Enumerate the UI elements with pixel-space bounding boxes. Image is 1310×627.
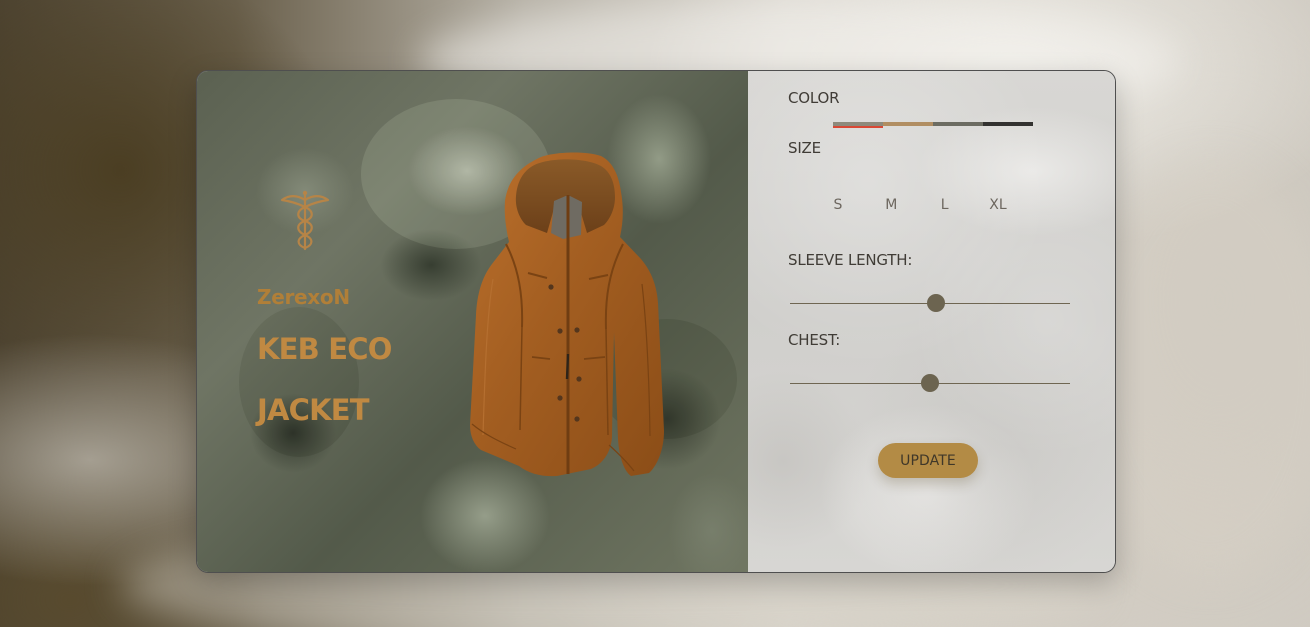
color-swatch-olive-gray[interactable] xyxy=(833,122,883,128)
size-option-xl[interactable]: XL xyxy=(984,197,1012,213)
color-swatch-charcoal[interactable] xyxy=(983,122,1033,126)
sleeve-length-label: SLEEVE LENGTH: xyxy=(788,251,913,269)
brand-name: ZerexoN xyxy=(257,285,350,309)
color-swatches xyxy=(833,122,1033,128)
caduceus-icon xyxy=(280,190,330,251)
chest-slider-thumb[interactable] xyxy=(921,374,939,392)
chest-slider[interactable] xyxy=(790,374,1070,392)
size-label: SIZE xyxy=(788,139,821,157)
jacket-image xyxy=(470,152,664,477)
product-options-panel: COLOR SIZE S M L XL SLEEVE LENGTH: CHEST… xyxy=(748,71,1115,572)
camo-texture xyxy=(239,307,359,457)
product-hero-panel: ZerexoN KEB ECO JACKET xyxy=(197,71,748,572)
color-swatch-tan[interactable] xyxy=(883,122,933,126)
size-option-m[interactable]: M xyxy=(877,197,905,213)
update-button[interactable]: UPDATE xyxy=(878,443,978,478)
size-option-s[interactable]: S xyxy=(824,197,852,213)
size-option-l[interactable]: L xyxy=(931,197,959,213)
product-title-line-1: KEB ECO xyxy=(257,332,392,366)
size-options: S M L XL xyxy=(824,194,1012,216)
product-card: ZerexoN KEB ECO JACKET COLOR SIZE S M L … xyxy=(196,70,1116,573)
chest-label: CHEST: xyxy=(788,331,841,349)
color-swatch-moss-gray[interactable] xyxy=(933,122,983,126)
product-title-line-2: JACKET xyxy=(257,393,370,427)
sleeve-length-slider[interactable] xyxy=(790,294,1070,312)
color-label: COLOR xyxy=(788,89,840,107)
sleeve-length-slider-thumb[interactable] xyxy=(926,294,945,312)
